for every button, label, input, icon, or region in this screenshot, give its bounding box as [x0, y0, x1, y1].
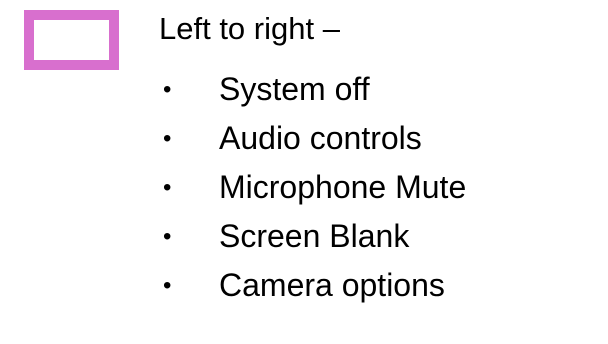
bullet-icon: • — [163, 75, 172, 103]
bullet-icon: • — [163, 271, 172, 299]
list-item: • Microphone Mute — [159, 163, 466, 212]
bullet-icon: • — [163, 124, 172, 152]
list-item-label: Camera options — [219, 267, 445, 303]
list-item: • Audio controls — [159, 114, 466, 163]
bullet-icon: • — [163, 173, 172, 201]
heading-text: Left to right – — [159, 11, 340, 46]
list-item-label: Audio controls — [219, 120, 422, 156]
list-item: • Screen Blank — [159, 212, 466, 261]
list-item-label: Microphone Mute — [219, 169, 467, 205]
bullet-icon: • — [163, 222, 172, 250]
list-item-label: System off — [219, 71, 370, 107]
list-item: • Camera options — [159, 261, 466, 310]
list-item-label: Screen Blank — [219, 218, 410, 254]
list-item: • System off — [159, 65, 466, 114]
legend-color-swatch — [24, 10, 119, 70]
control-list: • System off • Audio controls • Micropho… — [159, 65, 466, 310]
